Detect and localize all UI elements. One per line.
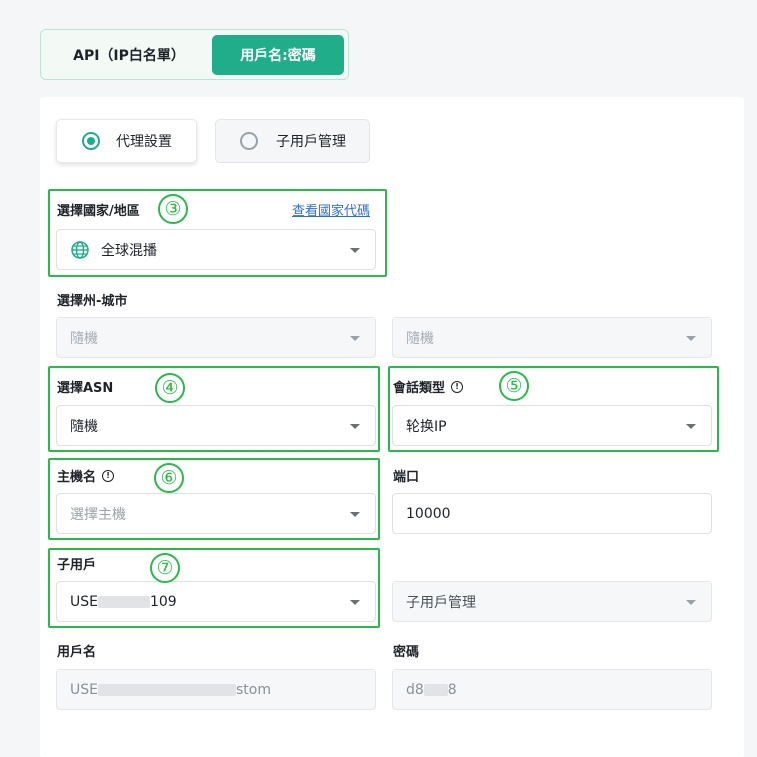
- radio-unselected-icon: [240, 132, 258, 150]
- username-field[interactable]: USE stom: [56, 669, 376, 710]
- annotation-number-6: ⑥: [154, 463, 184, 493]
- city-select[interactable]: 隨機: [392, 317, 712, 358]
- state-value: 隨機: [70, 330, 98, 347]
- state-city-label: 選擇州-城市: [57, 294, 128, 309]
- password-value-end: 8: [447, 681, 457, 698]
- username-value-end: stom: [235, 681, 271, 698]
- chevron-down-icon: [350, 336, 360, 341]
- annotation-number-7: ⑦: [150, 553, 180, 583]
- subuser-manage-value: 子用戶管理: [406, 594, 476, 611]
- asn-label: 選擇ASN: [57, 381, 114, 396]
- view-country-codes-link[interactable]: 查看國家代碼: [292, 200, 370, 219]
- state-select[interactable]: 隨機: [56, 317, 376, 358]
- port-value: 10000: [406, 505, 451, 522]
- country-value: 全球混播: [101, 242, 157, 259]
- session-type-text: 會話類型: [393, 381, 446, 396]
- annotation-number-5: ⑤: [499, 371, 529, 401]
- country-label: 選擇國家/地區: [57, 204, 140, 219]
- port-label: 端口: [393, 470, 420, 485]
- subuser-label: 子用戶: [57, 558, 97, 573]
- host-select[interactable]: 選擇主機: [56, 493, 376, 534]
- tab-username-password[interactable]: 用戶名:密碼: [212, 35, 344, 75]
- password-field[interactable]: d8 8: [392, 669, 712, 710]
- host-label: 主機名 !: [57, 466, 115, 485]
- username-label: 用戶名: [57, 645, 97, 660]
- redacted-text: [97, 595, 150, 608]
- session-type-select[interactable]: 轮换IP: [392, 405, 712, 446]
- annotation-number-3: ③: [158, 194, 188, 224]
- username-value-start: USE: [70, 681, 98, 698]
- session-type-value: 轮换IP: [406, 418, 447, 435]
- subuser-select[interactable]: USE 109: [56, 581, 376, 622]
- proxy-settings-option[interactable]: 代理設置: [56, 119, 197, 163]
- auth-mode-tabs: API（IP白名單） 用戶名:密碼: [40, 29, 349, 80]
- tab-api-whitelist[interactable]: API（IP白名單）: [49, 35, 209, 75]
- chevron-down-icon: [686, 424, 696, 429]
- subuser-value-start: USE: [70, 593, 98, 610]
- annotation-number-4: ④: [155, 373, 185, 403]
- redacted-text: [97, 683, 236, 696]
- proxy-settings-label: 代理設置: [116, 134, 172, 150]
- country-select[interactable]: 全球混播: [56, 229, 376, 270]
- city-value: 隨機: [406, 330, 434, 347]
- host-label-text: 主機名: [57, 470, 97, 485]
- globe-icon: [71, 240, 89, 259]
- subuser-management-option[interactable]: 子用戶管理: [215, 119, 370, 163]
- password-value-start: d8: [406, 681, 424, 698]
- chevron-down-icon: [350, 600, 360, 605]
- port-input[interactable]: 10000: [392, 493, 712, 534]
- chevron-down-icon: [686, 336, 696, 341]
- info-icon[interactable]: !: [102, 469, 115, 482]
- session-type-label: 會話類型 !: [393, 377, 464, 396]
- chevron-down-icon: [350, 512, 360, 517]
- asn-select[interactable]: 隨機: [56, 405, 376, 446]
- password-label: 密碼: [393, 645, 420, 660]
- asn-value: 隨機: [70, 418, 98, 435]
- chevron-down-icon: [350, 248, 360, 253]
- redacted-text: [423, 683, 448, 696]
- host-placeholder: 選擇主機: [70, 506, 126, 523]
- subuser-value-end: 109: [149, 593, 177, 610]
- subuser-manage-select[interactable]: 子用戶管理: [392, 581, 712, 622]
- radio-selected-icon: [82, 132, 100, 150]
- subuser-management-label: 子用戶管理: [276, 134, 346, 150]
- info-icon[interactable]: !: [451, 380, 464, 393]
- chevron-down-icon: [350, 424, 360, 429]
- chevron-down-icon: [686, 600, 696, 605]
